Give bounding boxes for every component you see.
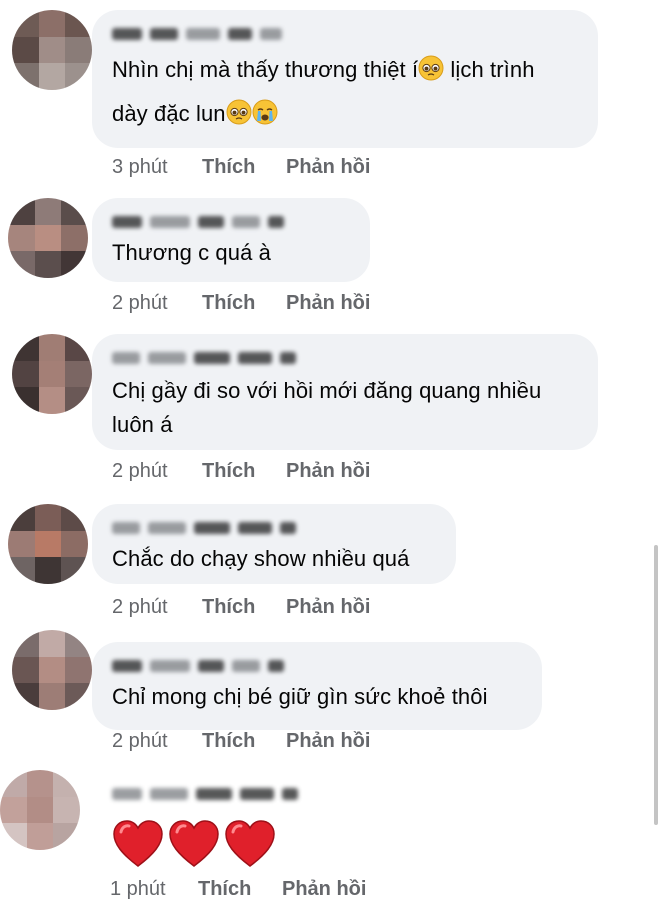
scrollbar[interactable] (654, 545, 658, 825)
reply-button[interactable]: Phản hồi (286, 460, 370, 483)
comment-text: Chắc do chạy show nhiều quá (112, 546, 410, 571)
comment-timestamp: 2 phút (112, 292, 168, 314)
red-heart-icon (225, 820, 275, 867)
comment-actions: 2 phút Thích Phản hồi (112, 596, 370, 619)
comment-text: Chỉ mong chị bé giữ gìn sức khoẻ thôi (112, 684, 488, 709)
avatar[interactable] (12, 630, 92, 710)
commenter-name-blurred[interactable] (112, 210, 350, 234)
comment-timestamp: 2 phút (112, 460, 168, 482)
avatar[interactable] (12, 334, 92, 414)
like-button[interactable]: Thích (202, 460, 258, 483)
avatar[interactable] (8, 198, 88, 278)
comment-text: Thương c quá à (112, 240, 271, 265)
comment-text: Chị gầy đi so với hồi mới đăng quang nhi… (112, 378, 542, 437)
comment-bubble: Chị gầy đi so với hồi mới đăng quang nhi… (92, 334, 598, 450)
commenter-name-blurred[interactable] (112, 22, 578, 46)
like-button[interactable]: Thích (202, 596, 258, 619)
like-button[interactable]: Thích (202, 292, 258, 315)
comment-actions: 2 phút Thích Phản hồi (112, 460, 370, 483)
commenter-name-blurred[interactable] (112, 516, 436, 540)
commenter-name-blurred[interactable] (112, 782, 298, 806)
avatar[interactable] (12, 10, 92, 90)
comment-actions: 2 phút Thích Phản hồi (112, 730, 370, 753)
like-button[interactable]: Thích (198, 878, 254, 901)
comment-timestamp: 3 phút (112, 156, 168, 178)
like-button[interactable]: Thích (202, 730, 258, 753)
comment-actions: 3 phút Thích Phản hồi (112, 156, 370, 179)
comment-timestamp: 2 phút (112, 596, 168, 618)
comment-text: Nhìn chị mà thấy thương thiệt í lịch trì… (112, 50, 578, 138)
reply-button[interactable]: Phản hồi (286, 596, 370, 619)
red-heart-icon (113, 820, 163, 867)
reply-button[interactable]: Phản hồi (286, 730, 370, 753)
comment-body (112, 782, 298, 868)
comment-actions: 2 phút Thích Phản hồi (112, 292, 370, 315)
pleading-face-icon (418, 54, 444, 94)
comment-timestamp: 2 phút (112, 730, 168, 752)
commenter-name-blurred[interactable] (112, 346, 578, 370)
comment-actions: 1 phút Thích Phản hồi (110, 878, 366, 901)
comment-bubble: Nhìn chị mà thấy thương thiệt í lịch trì… (92, 10, 598, 148)
pleading-face-icon (226, 98, 252, 138)
avatar[interactable] (0, 770, 80, 850)
comment-bubble: Chắc do chạy show nhiều quá (92, 504, 456, 584)
red-heart-icon (169, 820, 219, 867)
crying-face-icon (252, 98, 278, 138)
comment-timestamp: 1 phút (110, 878, 166, 900)
reply-button[interactable]: Phản hồi (286, 292, 370, 315)
avatar[interactable] (8, 504, 88, 584)
reply-button[interactable]: Phản hồi (286, 156, 370, 179)
reply-button[interactable]: Phản hồi (282, 878, 366, 901)
comment-emoji-hearts (112, 820, 298, 868)
commenter-name-blurred[interactable] (112, 654, 522, 678)
comment-bubble: Thương c quá à (92, 198, 370, 282)
comment-bubble: Chỉ mong chị bé giữ gìn sức khoẻ thôi (92, 642, 542, 730)
like-button[interactable]: Thích (202, 156, 258, 179)
